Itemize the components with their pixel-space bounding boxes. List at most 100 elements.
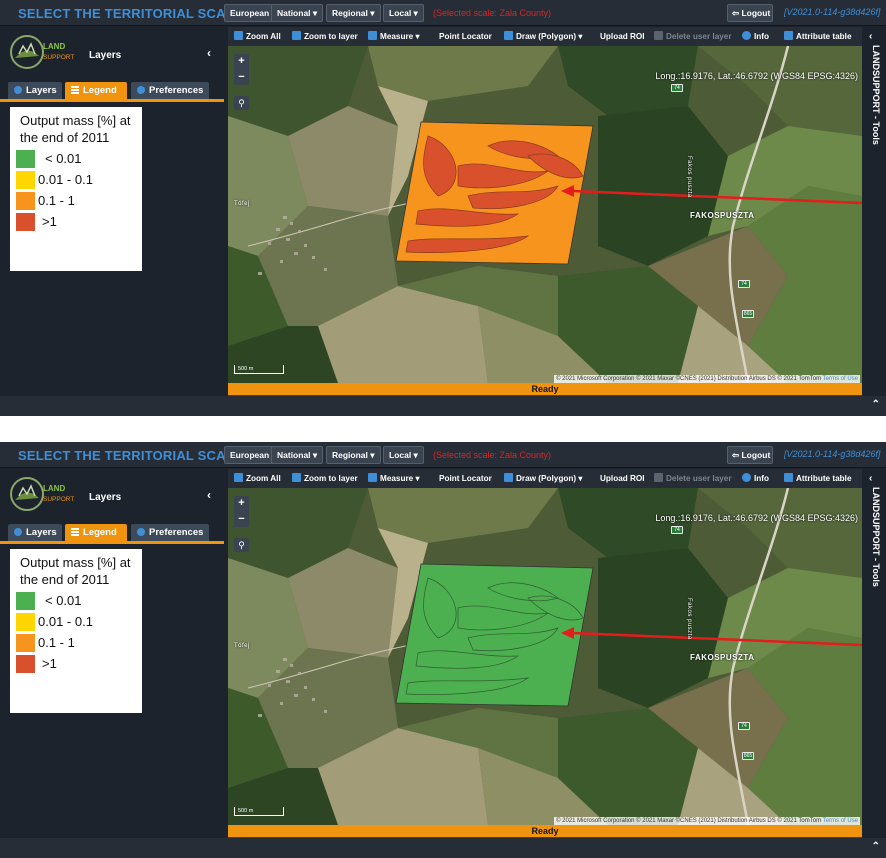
- scale-regional-button[interactable]: Regional ▾: [326, 446, 381, 464]
- info-button[interactable]: Info: [742, 471, 769, 486]
- measure-label: Measure: [380, 474, 414, 483]
- scale-national-button[interactable]: National ▾: [271, 446, 324, 464]
- scale-local-button[interactable]: Local ▾: [383, 446, 424, 464]
- expand-up-chevron-icon[interactable]: ⌃: [872, 399, 880, 410]
- tab-legend[interactable]: Legend: [65, 524, 127, 541]
- delete-user-layer-button[interactable]: Delete user layer: [654, 471, 732, 486]
- logout-button[interactable]: ⇦ Logout: [727, 446, 773, 464]
- legend-swatch: [16, 150, 35, 168]
- place-label-tofej: Tófej: [234, 643, 250, 649]
- zoom-in-button[interactable]: +: [234, 54, 249, 69]
- right-tools-label: LANDSUPPORT - Tools: [871, 487, 881, 587]
- attribution-text: © 2021 Microsoft Corporation © 2021 Maxa…: [556, 376, 822, 382]
- zoom-control: + −: [234, 54, 249, 85]
- measure-button[interactable]: Measure ▾: [368, 29, 420, 44]
- map-view[interactable]: + − ⚲ Long.:16.9176, Lat.:46.6792 (WGS84…: [228, 46, 862, 383]
- coordinate-readout: Long.:16.9176, Lat.:46.6792 (WGS84 EPSG:…: [655, 71, 858, 81]
- collapse-sidebar-chevron-icon[interactable]: ‹: [207, 46, 211, 60]
- scale-selector-bar: SELECT THE TERRITORIAL SCALE: European N…: [0, 0, 886, 26]
- map-attribution: © 2021 Microsoft Corporation © 2021 Maxa…: [554, 375, 860, 383]
- terms-of-use-link[interactable]: Terms of Use: [823, 376, 858, 382]
- scale-european-button[interactable]: European: [224, 4, 276, 22]
- scale-european-button[interactable]: European: [224, 446, 276, 464]
- zoom-out-button[interactable]: −: [234, 512, 249, 527]
- measure-button[interactable]: Measure ▾: [368, 471, 420, 486]
- tab-legend-label: Legend: [83, 85, 117, 96]
- tab-layers[interactable]: Layers: [8, 524, 62, 541]
- place-label-tofej: Tófej: [234, 201, 250, 207]
- landsupport-logo: LAND SUPPORT: [9, 476, 83, 512]
- upload-roi-button[interactable]: Upload ROI: [600, 29, 645, 44]
- collapse-sidebar-chevron-icon[interactable]: ‹: [207, 488, 211, 502]
- road-label-fakos-puszta: Fakos puszta: [686, 156, 692, 198]
- zoom-to-layer-button[interactable]: Zoom to layer: [292, 471, 358, 486]
- draw-polygon-button[interactable]: Draw (Polygon) ▾: [504, 471, 582, 486]
- search-icon[interactable]: ⚲: [234, 96, 249, 110]
- right-tools-panel[interactable]: ‹ LANDSUPPORT - Tools: [863, 27, 886, 396]
- zoom-to-layer-button[interactable]: Zoom to layer: [292, 29, 358, 44]
- legend-swatch: [16, 634, 35, 652]
- expand-tools-chevron-icon[interactable]: ‹: [869, 31, 872, 42]
- logout-button[interactable]: ⇦ Logout: [727, 4, 773, 22]
- scale-selector-bar: SELECT THE TERRITORIAL SCALE: European N…: [0, 442, 886, 468]
- attribute-table-button[interactable]: Attribute table: [784, 471, 852, 486]
- map-toolbar: Zoom All Zoom to layer Measure ▾ Point L…: [228, 469, 862, 488]
- legend-swatch: [16, 192, 35, 210]
- tab-preferences[interactable]: Preferences: [131, 524, 209, 541]
- legend-title: Output mass [%] at the end of 2011: [20, 113, 131, 145]
- road-sign-865: 865: [742, 310, 754, 318]
- tab-preferences-label: Preferences: [149, 85, 204, 96]
- road-sign-74-north: 74: [671, 526, 683, 534]
- info-label: Info: [754, 32, 770, 41]
- app-window-bottom: SELECT THE TERRITORIAL SCALE: European N…: [0, 442, 886, 858]
- tab-layers-label: Layers: [26, 527, 57, 538]
- draw-polygon-button[interactable]: Draw (Polygon) ▾: [504, 29, 582, 44]
- terms-of-use-link[interactable]: Terms of Use: [823, 818, 858, 824]
- expand-up-chevron-icon[interactable]: ⌃: [872, 841, 880, 852]
- zoom-all-button[interactable]: Zoom All: [234, 29, 281, 44]
- attribute-table-button[interactable]: Attribute table: [784, 29, 852, 44]
- upload-roi-button[interactable]: Upload ROI: [600, 471, 645, 486]
- legend-swatch: [16, 613, 35, 631]
- point-locator-button[interactable]: Point Locator: [439, 29, 492, 44]
- search-icon[interactable]: ⚲: [234, 538, 249, 552]
- legend-label: 0.01 - 0.1: [38, 614, 93, 629]
- sidebar: LAND SUPPORT Layers ‹ Layers Legend Pref…: [0, 468, 224, 838]
- map-view[interactable]: + − ⚲ Long.:16.9176, Lat.:46.6792 (WGS84…: [228, 488, 862, 825]
- preferences-tab-icon: [137, 528, 145, 536]
- info-button[interactable]: Info: [742, 29, 769, 44]
- bottom-panel-strip: ⌃: [0, 396, 886, 416]
- tab-layers[interactable]: Layers: [8, 82, 62, 99]
- zoom-to-layer-label: Zoom to layer: [304, 32, 358, 41]
- logout-label: Logout: [741, 8, 771, 18]
- legend-label: >1: [42, 214, 57, 229]
- zoom-all-icon: [234, 31, 243, 40]
- delete-user-layer-button[interactable]: Delete user layer: [654, 29, 732, 44]
- zoom-all-button[interactable]: Zoom All: [234, 471, 281, 486]
- scale-title: SELECT THE TERRITORIAL SCALE:: [18, 448, 248, 463]
- version-label: [V2021.0-114-g38d426f]: [784, 7, 881, 17]
- zoom-control: + −: [234, 496, 249, 527]
- layers-tab-icon: [14, 86, 22, 94]
- map-toolbar: Zoom All Zoom to layer Measure ▾ Point L…: [228, 27, 862, 46]
- point-locator-button[interactable]: Point Locator: [439, 471, 492, 486]
- logout-label: Logout: [741, 450, 771, 460]
- scale-regional-button[interactable]: Regional ▾: [326, 4, 381, 22]
- road-sign-865: 865: [742, 752, 754, 760]
- map-scale-bar: 500 m: [234, 807, 284, 816]
- expand-tools-chevron-icon[interactable]: ‹: [869, 473, 872, 484]
- landsupport-logo: LAND SUPPORT: [9, 34, 83, 70]
- measure-label: Measure: [380, 32, 414, 41]
- right-tools-panel[interactable]: ‹ LANDSUPPORT - Tools: [863, 469, 886, 838]
- tab-legend[interactable]: Legend: [65, 82, 127, 99]
- tab-active-underline: [0, 99, 224, 102]
- zoom-in-button[interactable]: +: [234, 496, 249, 511]
- tab-active-underline: [0, 541, 224, 544]
- zoom-out-button[interactable]: −: [234, 70, 249, 85]
- scale-national-button[interactable]: National ▾: [271, 4, 324, 22]
- tab-preferences[interactable]: Preferences: [131, 82, 209, 99]
- road-label-fakos-puszta: Fakos puszta: [686, 598, 692, 640]
- delete-user-layer-label: Delete user layer: [666, 474, 732, 483]
- legend-list-icon: [71, 86, 79, 94]
- scale-local-button[interactable]: Local ▾: [383, 4, 424, 22]
